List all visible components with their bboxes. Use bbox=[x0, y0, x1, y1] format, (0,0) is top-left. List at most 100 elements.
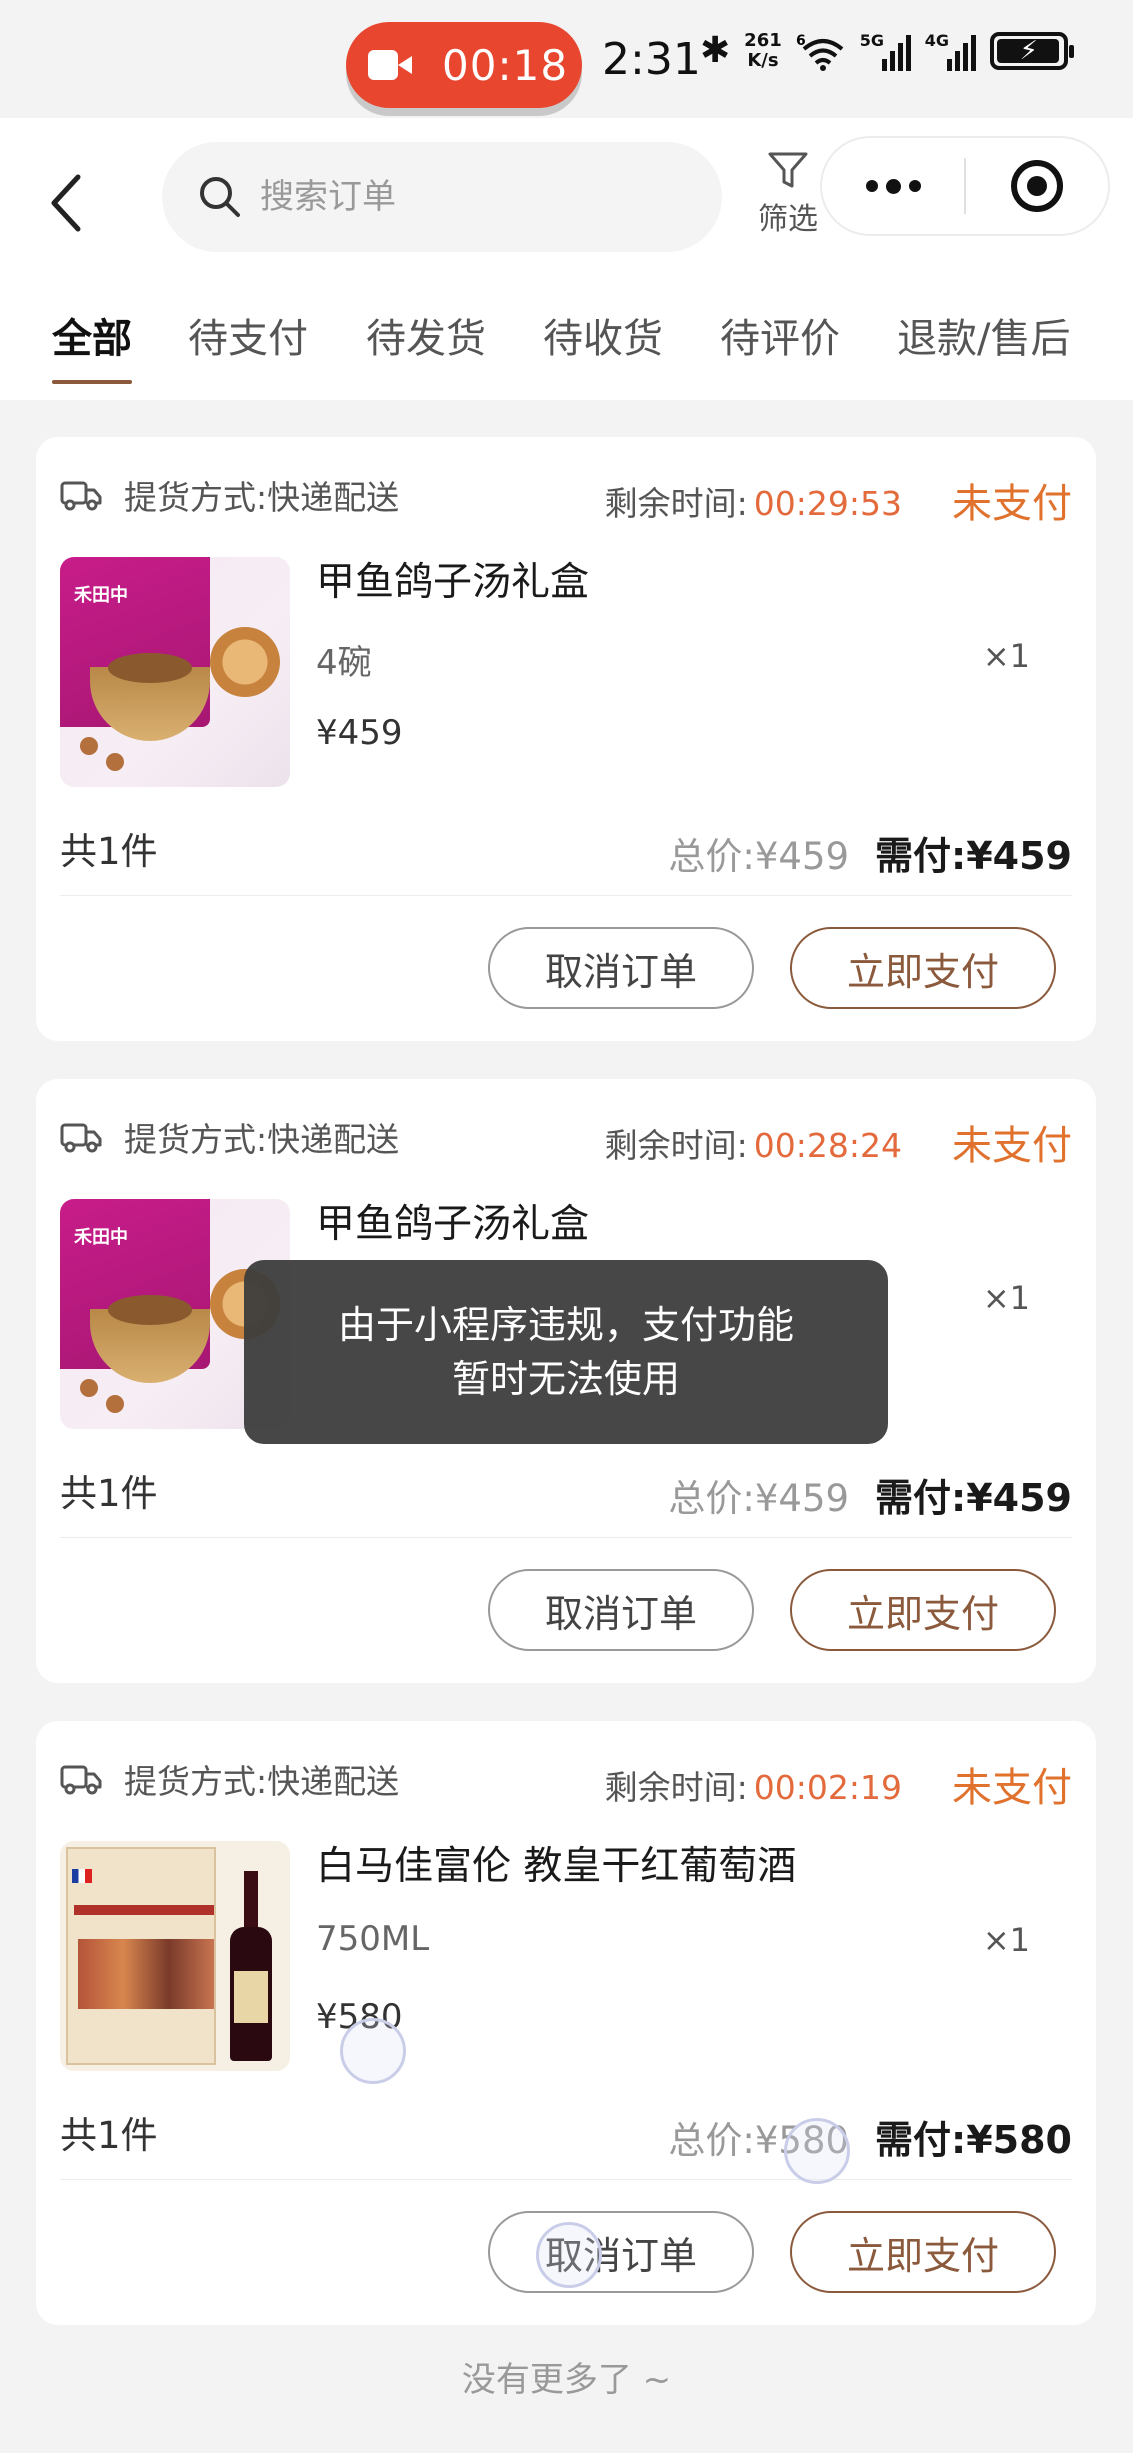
countdown-timer: 00:29:53 bbox=[753, 484, 902, 523]
status-badge: 未支付 bbox=[952, 1123, 1072, 1169]
product-quantity: ×1 bbox=[982, 637, 1030, 675]
toast-message: 由于小程序违规，支付功能 暂时无法使用 bbox=[244, 1260, 888, 1444]
food-photo-graphic bbox=[78, 1939, 214, 2009]
amount-due-label: 需付: bbox=[875, 1476, 967, 1520]
product-quantity: ×1 bbox=[982, 1279, 1030, 1317]
signal-4g-label: 4G bbox=[924, 30, 950, 50]
order-tabs: 全部 待支付 待发货 待收货 待评价 退款/售后 bbox=[0, 288, 1133, 388]
chevron-left-icon bbox=[51, 174, 81, 232]
pay-now-button[interactable]: 立即支付 bbox=[790, 2211, 1056, 2293]
poster-band-graphic bbox=[74, 1905, 214, 1915]
touch-indicator bbox=[536, 2222, 602, 2288]
amount-due: 需付:¥459 bbox=[875, 1467, 1072, 1522]
truck-icon bbox=[60, 1123, 102, 1153]
filter-label: 筛选 bbox=[758, 202, 818, 237]
tab-pending-review[interactable]: 待评价 bbox=[720, 306, 840, 364]
amount-due: 需付:¥580 bbox=[875, 2109, 1072, 2164]
wine-poster-graphic bbox=[66, 1847, 216, 2065]
total-price-label: 总价: bbox=[668, 1477, 755, 1520]
total-price-value: ¥459 bbox=[754, 835, 850, 878]
tab-pending-shipment[interactable]: 待发货 bbox=[366, 306, 486, 364]
remaining-time: 剩余时间: 00:28:24 bbox=[605, 1119, 902, 1167]
signal-4g-icon: 4G bbox=[925, 31, 976, 71]
product-image[interactable] bbox=[60, 1841, 290, 2071]
product-spec: 4碗 bbox=[316, 643, 372, 683]
order-summary: 共1件 总价:¥459 需付:¥459 bbox=[60, 813, 1072, 883]
decoration-graphic bbox=[80, 737, 98, 755]
order-meta: 提货方式: 快递配送 剩余时间: 00:28:24 未支付 bbox=[60, 1109, 1072, 1169]
product-image[interactable]: 禾田中 bbox=[60, 557, 290, 787]
status-badge: 未支付 bbox=[952, 481, 1072, 527]
order-summary: 共1件 总价: ¥580 需付:¥580 bbox=[60, 2097, 1072, 2167]
decoration-graphic bbox=[106, 1395, 124, 1413]
network-speed-unit: K/s bbox=[747, 49, 779, 71]
product-quantity: ×1 bbox=[982, 1921, 1030, 1959]
filter-button[interactable]: 筛选 bbox=[748, 150, 828, 238]
wifi-icon: 6 bbox=[796, 33, 844, 71]
search-bar[interactable] bbox=[162, 142, 722, 252]
divider bbox=[60, 2179, 1072, 2180]
network-speed-value: 261 bbox=[744, 29, 782, 51]
brand-logo: 禾田中 bbox=[74, 585, 128, 606]
miniprogram-capsule bbox=[820, 136, 1110, 236]
close-miniprogram-button[interactable] bbox=[966, 138, 1108, 234]
brand-logo: 禾田中 bbox=[74, 1227, 128, 1248]
order-card[interactable]: 提货方式: 快递配送 剩余时间: 00:29:53 未支付 禾田中 甲鱼鸽子汤礼盒… bbox=[36, 437, 1096, 1041]
product-spec: 750ML bbox=[316, 1919, 430, 1959]
amount-due-value: ¥459 bbox=[966, 834, 1072, 878]
search-input[interactable] bbox=[260, 177, 680, 217]
more-dot-icon bbox=[865, 180, 878, 192]
total-price: 总价:¥459 bbox=[668, 826, 849, 880]
video-camera-icon bbox=[368, 50, 412, 80]
shipping-method-label: 提货方式: bbox=[124, 1762, 268, 1801]
divider bbox=[60, 895, 1072, 896]
search-icon bbox=[200, 177, 240, 217]
cancel-order-button[interactable]: 取消订单 bbox=[488, 1569, 754, 1651]
amount-due-value: ¥580 bbox=[966, 2118, 1072, 2162]
truck-icon bbox=[60, 1765, 102, 1795]
remaining-time-label: 剩余时间: bbox=[604, 1126, 748, 1165]
screen-recording-indicator[interactable]: 00:18 bbox=[346, 22, 582, 108]
countdown-timer: 00:02:19 bbox=[753, 1768, 902, 1807]
soup-bowl-graphic bbox=[90, 653, 210, 741]
product-price: ¥459 bbox=[316, 713, 403, 753]
product-name[interactable]: 甲鱼鸽子汤礼盒 bbox=[316, 1193, 589, 1249]
amount-due: 需付:¥459 bbox=[875, 825, 1072, 880]
back-button[interactable] bbox=[46, 158, 106, 248]
toast-line-2: 暂时无法使用 bbox=[451, 1357, 680, 1401]
more-button[interactable] bbox=[822, 138, 964, 234]
filter-icon bbox=[768, 152, 808, 188]
total-price-label: 总价: bbox=[668, 835, 755, 878]
remaining-time-label: 剩余时间: bbox=[604, 484, 748, 523]
more-dot-icon bbox=[885, 178, 901, 194]
item-count: 共1件 bbox=[60, 2114, 158, 2157]
divider bbox=[60, 1537, 1072, 1538]
shipping-method-value: 快递配送 bbox=[267, 1120, 400, 1159]
shipping-method-label: 提货方式: bbox=[124, 478, 268, 517]
remaining-time: 剩余时间: 00:02:19 bbox=[605, 1761, 902, 1809]
tab-all[interactable]: 全部 bbox=[52, 306, 132, 384]
total-price: 总价:¥459 bbox=[668, 1468, 849, 1522]
battery-icon: ⚡ bbox=[989, 31, 1074, 70]
touch-indicator bbox=[784, 2118, 850, 2184]
decoration-graphic bbox=[80, 1379, 98, 1397]
tab-pending-payment[interactable]: 待支付 bbox=[188, 306, 308, 364]
product-name[interactable]: 白马佳富伦 教皇干红葡萄酒 bbox=[316, 1835, 796, 1891]
order-meta: 提货方式: 快递配送 剩余时间: 00:29:53 未支付 bbox=[60, 467, 1072, 527]
tab-refund-aftersale[interactable]: 退款/售后 bbox=[897, 306, 1070, 364]
amount-due-value: ¥459 bbox=[966, 1476, 1072, 1520]
remaining-time-label: 剩余时间: bbox=[604, 1768, 748, 1807]
tab-pending-receipt[interactable]: 待收货 bbox=[543, 306, 663, 364]
total-price-value: ¥459 bbox=[754, 1477, 850, 1520]
toast-line-1: 由于小程序违规，支付功能 bbox=[337, 1303, 794, 1347]
shipping-method-value: 快递配送 bbox=[267, 1762, 400, 1801]
cancel-order-button[interactable]: 取消订单 bbox=[488, 2211, 754, 2293]
network-speed: 261 K/s bbox=[744, 29, 782, 71]
amount-due-label: 需付: bbox=[875, 2118, 967, 2162]
product-name[interactable]: 甲鱼鸽子汤礼盒 bbox=[316, 551, 589, 607]
pay-now-button[interactable]: 立即支付 bbox=[790, 1569, 1056, 1651]
pay-now-button[interactable]: 立即支付 bbox=[790, 927, 1056, 1009]
cancel-order-button[interactable]: 取消订单 bbox=[488, 927, 754, 1009]
target-icon bbox=[1010, 160, 1063, 212]
remaining-time: 剩余时间: 00:29:53 bbox=[605, 477, 902, 525]
